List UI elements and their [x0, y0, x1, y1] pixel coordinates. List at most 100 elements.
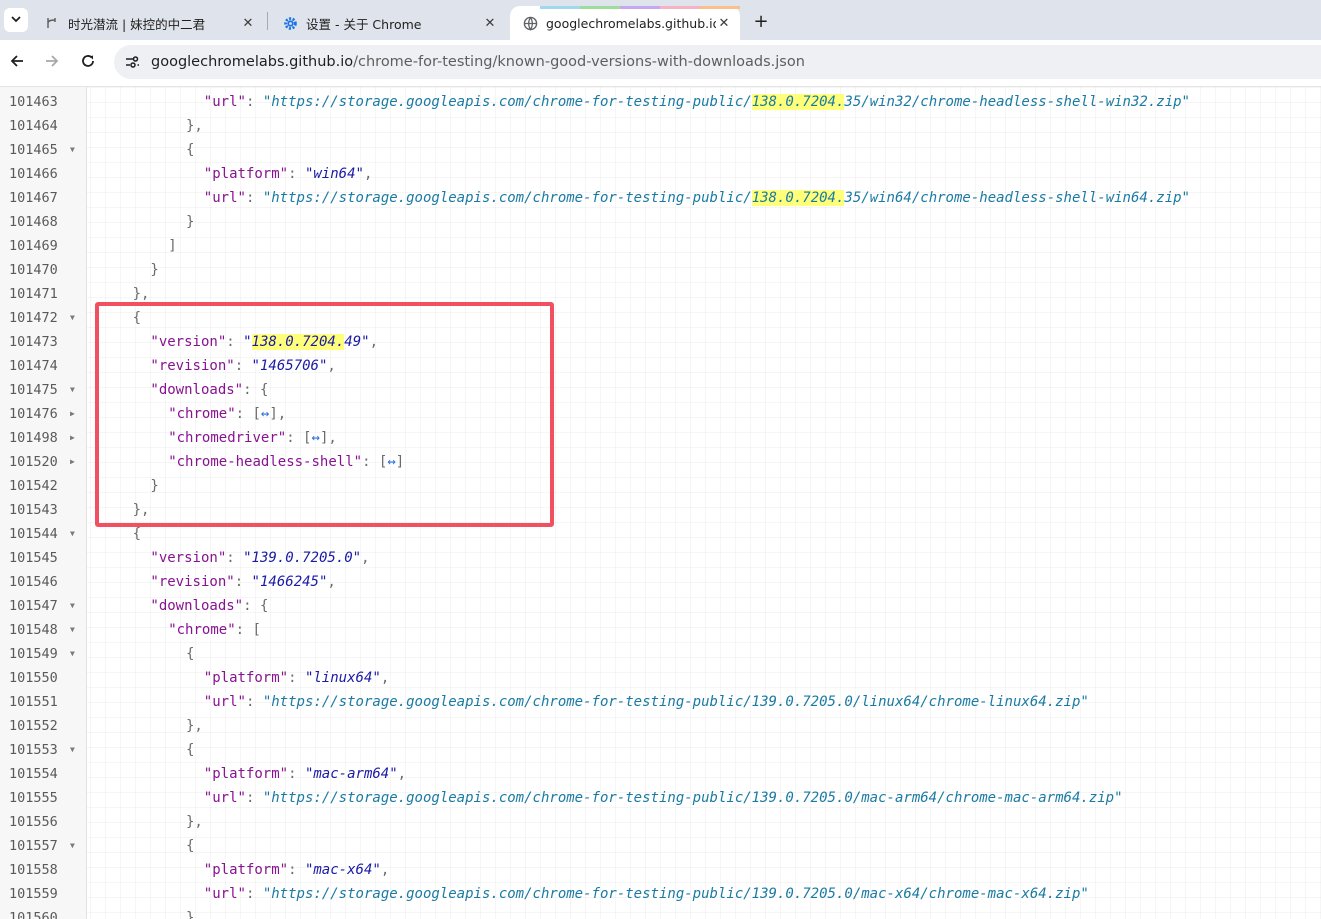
- tab-separator: [267, 12, 268, 30]
- branch-icon: [44, 15, 60, 31]
- json-key: "platform": [203, 862, 289, 878]
- json-punctuation: : {: [243, 598, 269, 614]
- json-punctuation: {: [186, 742, 195, 758]
- reload-icon: [80, 53, 96, 73]
- json-key: "platform": [203, 766, 289, 782]
- tab-label: 时光潜流 | 妹控的中二君: [68, 16, 206, 32]
- json-punctuation: :: [226, 550, 244, 566]
- json-key: "url": [203, 694, 246, 710]
- tab-search-button[interactable]: [4, 8, 28, 32]
- fold-expanded-icon[interactable]: ▼: [70, 306, 80, 330]
- line-number: 101547: [9, 598, 58, 614]
- site-settings-icon[interactable]: [120, 50, 144, 74]
- fold-expanded-icon[interactable]: ▼: [70, 642, 80, 666]
- json-punctuation: ,: [363, 166, 373, 182]
- json-punctuation: {: [186, 646, 195, 662]
- line-content: "url": "https://storage.googleapis.com/c…: [97, 186, 1190, 210]
- close-icon[interactable]: ✕: [482, 15, 498, 31]
- back-button[interactable]: [5, 51, 29, 75]
- new-tab-button[interactable]: +: [748, 8, 774, 34]
- line-content: }: [97, 258, 158, 282]
- json-punctuation: {: [186, 838, 195, 854]
- line-number: 101545: [9, 550, 58, 566]
- fold-expanded-icon[interactable]: ▼: [70, 618, 80, 642]
- line-number: 101555: [9, 790, 58, 806]
- fold-expanded-icon[interactable]: ▼: [70, 738, 80, 762]
- line-number: 101553: [9, 742, 58, 758]
- forward-button[interactable]: [40, 51, 64, 75]
- line-content: "url": "https://storage.googleapis.com/c…: [97, 786, 1123, 810]
- json-key: "platform": [203, 670, 289, 686]
- line-content: "url": "https://storage.googleapis.com/c…: [97, 90, 1190, 114]
- reload-button[interactable]: [76, 51, 100, 75]
- json-key: "url": [203, 190, 246, 206]
- line-number: 101468: [9, 214, 58, 230]
- code-line: 101463 "url": "https://storage.googleapis…: [0, 90, 1321, 114]
- code-line: 101556},: [0, 810, 1321, 834]
- line-number: 101467: [9, 190, 58, 206]
- fold-expanded-icon[interactable]: ▼: [70, 834, 80, 858]
- json-punctuation: {: [132, 526, 142, 542]
- arrow-right-icon: [44, 53, 60, 73]
- tab-group-colorbar: [540, 6, 740, 9]
- tab-settings-about-chrome[interactable]: 设置 - 关于 Chrome ✕: [270, 6, 506, 40]
- json-string: "1466245": [251, 574, 328, 590]
- line-number: 101558: [9, 862, 58, 878]
- fold-expanded-icon[interactable]: ▼: [70, 594, 80, 618]
- line-number: 101474: [9, 358, 58, 374]
- annotation-highlight-box: [95, 302, 554, 527]
- line-number: 101557: [9, 838, 58, 854]
- json-punctuation: :: [288, 670, 305, 686]
- close-icon[interactable]: ✕: [240, 15, 256, 31]
- line-content: "version": "139.0.7205.0",: [97, 546, 369, 570]
- line-content: {: [97, 738, 194, 762]
- json-key: "url": [203, 790, 246, 806]
- json-url: 35/win32/chrome-headless-shell-win32.zip…: [844, 94, 1190, 110]
- json-punctuation: {: [186, 142, 195, 158]
- code-line: 101548 ▼ "chrome": [: [0, 618, 1321, 642]
- json-string: "mac-arm64": [304, 766, 398, 782]
- json-punctuation: ,: [327, 574, 336, 590]
- json-punctuation: ]: [168, 238, 177, 254]
- code-line: 101545 "version": "139.0.7205.0",: [0, 546, 1321, 570]
- line-number: 101475: [9, 382, 58, 398]
- json-string: "mac-x64": [304, 862, 381, 878]
- address-bar[interactable]: googlechromelabs.github.io/chrome-for-te…: [114, 45, 1321, 79]
- code-line: 101465 ▼ {: [0, 138, 1321, 162]
- json-punctuation: },: [186, 910, 203, 919]
- line-number: 101472: [9, 310, 58, 326]
- browser-toolbar: googlechromelabs.github.io/chrome-for-te…: [0, 40, 1321, 87]
- tab-json-viewer[interactable]: googlechromelabs.github.io/ ✕: [510, 6, 740, 40]
- line-content: "chrome": [: [97, 618, 261, 642]
- code-line: 101554 "platform": "mac-arm64",: [0, 762, 1321, 786]
- json-key: "downloads": [150, 598, 244, 614]
- line-content: "revision": "1466245",: [97, 570, 336, 594]
- url-text[interactable]: googlechromelabs.github.io/chrome-for-te…: [151, 54, 805, 70]
- line-content: "platform": "win64",: [97, 162, 373, 186]
- json-key: "url": [203, 94, 246, 110]
- gear-icon: [282, 15, 298, 31]
- code-line: 101558 "platform": "mac-x64",: [0, 858, 1321, 882]
- code-line: 101552},: [0, 714, 1321, 738]
- line-content: },: [97, 810, 203, 834]
- tab-shiguang[interactable]: 时光潜流 | 妹控的中二君 ✕: [32, 6, 264, 40]
- tab-strip: 时光潜流 | 妹控的中二君 ✕ 设置 - 关于 Chrome ✕ googlec…: [0, 0, 1321, 40]
- line-number: 101556: [9, 814, 58, 830]
- line-content: {: [97, 642, 194, 666]
- close-icon[interactable]: ✕: [716, 15, 732, 31]
- arrow-left-icon: [9, 53, 25, 73]
- json-punctuation: ,: [380, 670, 390, 686]
- fold-expanded-icon[interactable]: ▼: [70, 522, 80, 546]
- line-content: "url": "https://storage.googleapis.com/c…: [97, 882, 1089, 906]
- tab-label: 设置 - 关于 Chrome: [306, 16, 422, 32]
- line-number: 101543: [9, 502, 58, 518]
- fold-collapsed-icon[interactable]: ▶: [70, 426, 80, 450]
- code-line: 101549 ▼ {: [0, 642, 1321, 666]
- fold-expanded-icon[interactable]: ▼: [70, 138, 80, 162]
- version-highlight: 138.0.7204.: [751, 94, 845, 110]
- fold-collapsed-icon[interactable]: ▶: [70, 450, 80, 474]
- tab-label: googlechromelabs.github.io/: [546, 15, 716, 31]
- fold-collapsed-icon[interactable]: ▶: [70, 402, 80, 426]
- line-number: 101463: [9, 94, 58, 110]
- fold-expanded-icon[interactable]: ▼: [70, 378, 80, 402]
